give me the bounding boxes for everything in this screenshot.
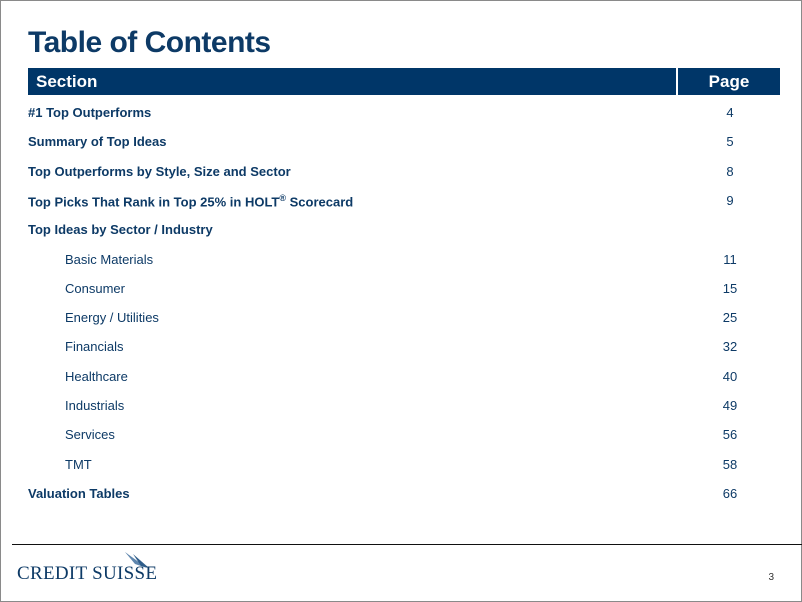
label-text: Summary of Top Ideas xyxy=(28,134,167,150)
toc-entry[interactable]: Top Picks That Rank in Top 25% in HOLT® … xyxy=(28,191,780,211)
toc-entry-page: 15 xyxy=(722,280,738,296)
label-text: Top Picks That Rank in Top 25% in HOLT xyxy=(28,194,280,210)
label-suffix: Scorecard xyxy=(286,194,354,210)
credit-suisse-logo-text: CREDIT SUISSE xyxy=(17,563,158,584)
label-text: Valuation Tables xyxy=(28,485,130,501)
page-number: 3 xyxy=(768,572,774,583)
toc-entry[interactable]: Basic Materials 11 xyxy=(28,250,780,270)
toc-entry[interactable]: Healthcare 40 xyxy=(28,367,780,387)
toc-entry-page: 66 xyxy=(722,485,738,501)
toc-entry-page: 8 xyxy=(726,163,734,179)
toc-entry-label: Energy / Utilities xyxy=(65,310,159,325)
toc-entry-label: Industrials xyxy=(65,398,124,413)
toc-entry-label: #1 Top Outperforms xyxy=(28,105,151,120)
page-title: Table of Contents xyxy=(28,26,271,59)
label-text: Healthcare xyxy=(65,368,128,384)
registered-mark: ® xyxy=(279,192,286,203)
toc-entry[interactable]: #1 Top Outperforms 4 xyxy=(28,103,780,123)
toc-entry-page: 5 xyxy=(726,134,734,150)
label-text: Consumer xyxy=(65,280,125,296)
toc-entry-page: 58 xyxy=(722,456,738,472)
toc-entry-label: Basic Materials xyxy=(65,252,153,267)
toc-entry[interactable]: Services 56 xyxy=(28,425,780,445)
toc-entry[interactable]: Top Outperforms by Style, Size and Secto… xyxy=(28,162,780,182)
toc-entry[interactable]: Summary of Top Ideas 5 xyxy=(28,132,780,152)
toc-entry-label: Services xyxy=(65,427,115,442)
toc-entry-page: 49 xyxy=(722,398,738,413)
toc-entry[interactable]: Top Ideas by Sector / Industry xyxy=(28,220,780,240)
toc-entry-page: 25 xyxy=(722,310,738,326)
toc-entry-page: 11 xyxy=(723,251,737,267)
toc-entry[interactable]: Valuation Tables 66 xyxy=(28,484,780,504)
toc-entry-page: 4 xyxy=(726,105,734,120)
label-text: Basic Materials xyxy=(65,251,154,267)
label-text: TMT xyxy=(65,456,92,472)
toc-entry-label: Top Outperforms by Style, Size and Secto… xyxy=(28,164,291,179)
toc-entry-page: 32 xyxy=(722,339,738,355)
label-text: Top Ideas by Sector / Industry xyxy=(28,222,213,238)
label-text: Services xyxy=(65,427,115,443)
label-text: #1 Top Outperforms xyxy=(28,105,152,120)
toc-entry-label: Consumer xyxy=(65,281,125,296)
toc-entry-label: Top Picks That Rank in Top 25% in HOLT® … xyxy=(28,193,353,209)
toc-entry[interactable]: Industrials 49 xyxy=(28,396,780,416)
toc-entry[interactable]: Consumer 15 xyxy=(28,279,780,299)
toc-entry-page: 56 xyxy=(722,427,738,443)
label-text: Financials xyxy=(65,339,124,355)
label-text: Energy / Utilities xyxy=(65,310,159,326)
label-text: Industrials xyxy=(65,398,125,413)
toc-entry-label: Top Ideas by Sector / Industry xyxy=(28,222,213,237)
toc-entry-label: Healthcare xyxy=(65,369,128,384)
toc-entry[interactable]: TMT 58 xyxy=(28,455,780,475)
toc-entry-label: TMT xyxy=(65,457,92,472)
table-header: Section Page xyxy=(28,68,780,95)
toc-entry[interactable]: Financials 32 xyxy=(28,337,780,357)
footer-divider xyxy=(12,544,802,545)
toc-entry-page: 40 xyxy=(722,368,738,384)
label-text: Top Outperforms by Style, Size and Secto… xyxy=(28,163,291,179)
toc-entry-label: Valuation Tables xyxy=(28,486,130,501)
page-column-header: Page xyxy=(676,68,780,95)
toc-entry[interactable]: Energy / Utilities 25 xyxy=(28,308,780,328)
section-column-header: Section xyxy=(36,72,98,91)
toc-entry-label: Financials xyxy=(65,339,124,354)
toc-entry-page: 9 xyxy=(726,192,734,208)
toc-entry-label: Summary of Top Ideas xyxy=(28,134,166,149)
